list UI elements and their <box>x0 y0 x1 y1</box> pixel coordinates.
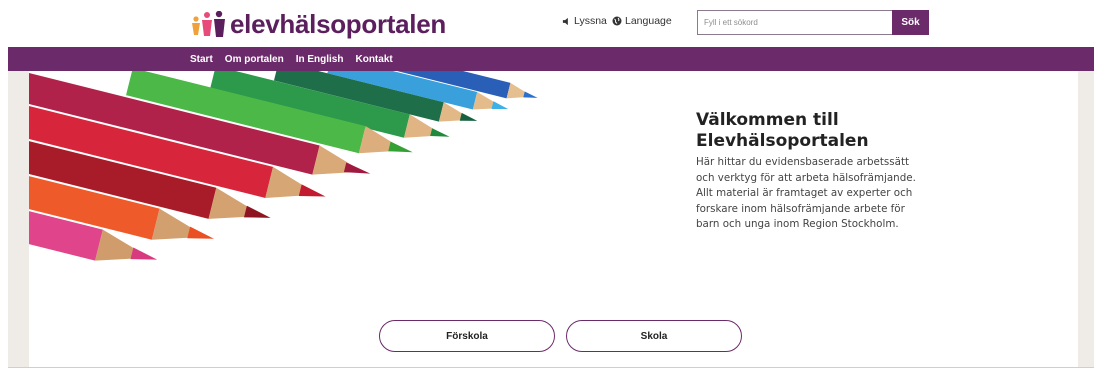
speaker-icon <box>562 17 568 25</box>
site-logo[interactable]: elevhälsoportalen <box>190 9 446 39</box>
listen-label: Lyssna <box>574 15 607 27</box>
listen-link[interactable]: Lyssna <box>562 15 607 27</box>
welcome-block: Välkommen till Elevhälsoportalen Här hit… <box>696 110 916 233</box>
left-background-strip <box>8 71 29 367</box>
language-link[interactable]: Language <box>612 15 672 27</box>
right-background-strip <box>1078 71 1094 367</box>
colored-pencils-image <box>29 71 538 261</box>
nav-item-in-english[interactable]: In English <box>296 54 344 65</box>
nav-item-om-portalen[interactable]: Om portalen <box>225 54 284 65</box>
people-figures-icon <box>192 11 225 37</box>
bottom-divider <box>8 367 1094 368</box>
main-navigation: Start Om portalen In English Kontakt <box>8 47 1094 71</box>
forskola-button[interactable]: Förskola <box>379 320 555 352</box>
language-label: Language <box>625 15 672 27</box>
audience-buttons: Förskola Skola <box>29 308 1078 367</box>
welcome-title-line1: Välkommen till <box>696 110 839 130</box>
nav-item-start[interactable]: Start <box>190 54 213 65</box>
logo-text: elevhälsoportalen <box>230 8 446 39</box>
welcome-text: Här hittar du evidensbaserade arbetssätt… <box>696 156 916 231</box>
welcome-title-line2: Elevhälsoportalen <box>696 131 869 151</box>
search-button[interactable]: Sök <box>892 10 929 35</box>
search-input[interactable] <box>697 10 892 35</box>
welcome-title: Välkommen till Elevhälsoportalen <box>696 110 916 152</box>
search-form: Sök <box>697 10 929 35</box>
skola-button[interactable]: Skola <box>566 320 742 352</box>
header: elevhälsoportalen Lyssna Language Sök <box>0 0 1094 47</box>
hero-section: Välkommen till Elevhälsoportalen Här hit… <box>29 71 1078 308</box>
nav-item-kontakt[interactable]: Kontakt <box>355 54 392 65</box>
nav-list: Start Om portalen In English Kontakt <box>190 47 405 71</box>
globe-icon <box>612 16 622 26</box>
